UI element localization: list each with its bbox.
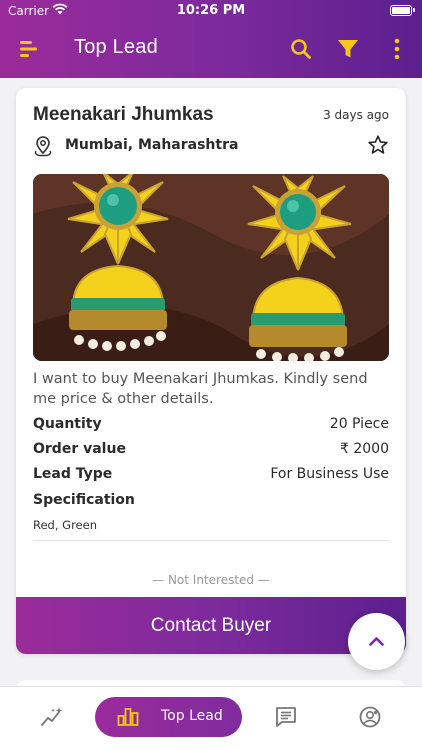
status-time: 10:26 PM (176, 3, 246, 18)
not-interested-link[interactable]: — Not Interested — (16, 573, 406, 587)
page-title: Top Lead (74, 36, 158, 58)
lead-location: Mumbai, Maharashtra (65, 137, 239, 153)
specification-row: Specification (33, 492, 389, 512)
chevron-up-icon (369, 637, 384, 646)
specification-value: Red, Green (33, 518, 97, 532)
more-vertical-icon[interactable] (384, 36, 410, 62)
filter-icon[interactable] (335, 36, 361, 62)
tab-top-lead-label: Top Lead (161, 708, 223, 724)
quantity-row: Quantity 20 Piece (33, 416, 389, 436)
product-image (33, 174, 389, 361)
nav-bar: Top Lead (0, 24, 422, 76)
lead-card: Meenakari Jhumkas 3 days ago Mumbai, Mah… (16, 88, 406, 654)
posted-time: 3 days ago (323, 108, 389, 122)
search-icon[interactable] (288, 36, 314, 62)
lead-type-row: Lead Type For Business Use (33, 466, 389, 486)
lead-type-label: Lead Type (33, 466, 113, 482)
bottom-tab-bar: Top Lead (0, 686, 422, 750)
order-value-row: Order value ₹ 2000 (33, 441, 389, 461)
app-header: Carrier 10:26 PM Top Lead (0, 0, 422, 78)
messages-icon (276, 707, 296, 727)
specification-label: Specification (33, 492, 135, 508)
quantity-value: 20 Piece (329, 416, 389, 432)
lead-title: Meenakari Jhumkas (33, 104, 214, 125)
status-bar: Carrier 10:26 PM (0, 0, 422, 22)
battery-icon (390, 5, 415, 16)
order-value: ₹ 2000 (340, 441, 389, 457)
order-value-label: Order value (33, 441, 126, 457)
tab-messages[interactable] (272, 697, 300, 737)
lead-message: I want to buy Meenakari Jhumkas. Kindly … (33, 371, 368, 407)
star-icon[interactable] (367, 134, 389, 156)
jhumka-earrings-illustration (33, 174, 389, 361)
location-pin-icon (34, 136, 52, 157)
top-lead-icon (117, 708, 139, 726)
quantity-label: Quantity (33, 416, 102, 432)
trends-icon (41, 707, 63, 726)
menu-icon[interactable] (18, 38, 40, 60)
tab-profile[interactable] (356, 697, 384, 737)
profile-icon (359, 706, 381, 728)
divider (33, 540, 389, 541)
tab-top-lead[interactable]: Top Lead (95, 697, 242, 737)
scroll-to-top-button[interactable] (348, 613, 405, 670)
lead-type-value: For Business Use (270, 466, 389, 482)
tab-trends[interactable] (38, 697, 66, 737)
